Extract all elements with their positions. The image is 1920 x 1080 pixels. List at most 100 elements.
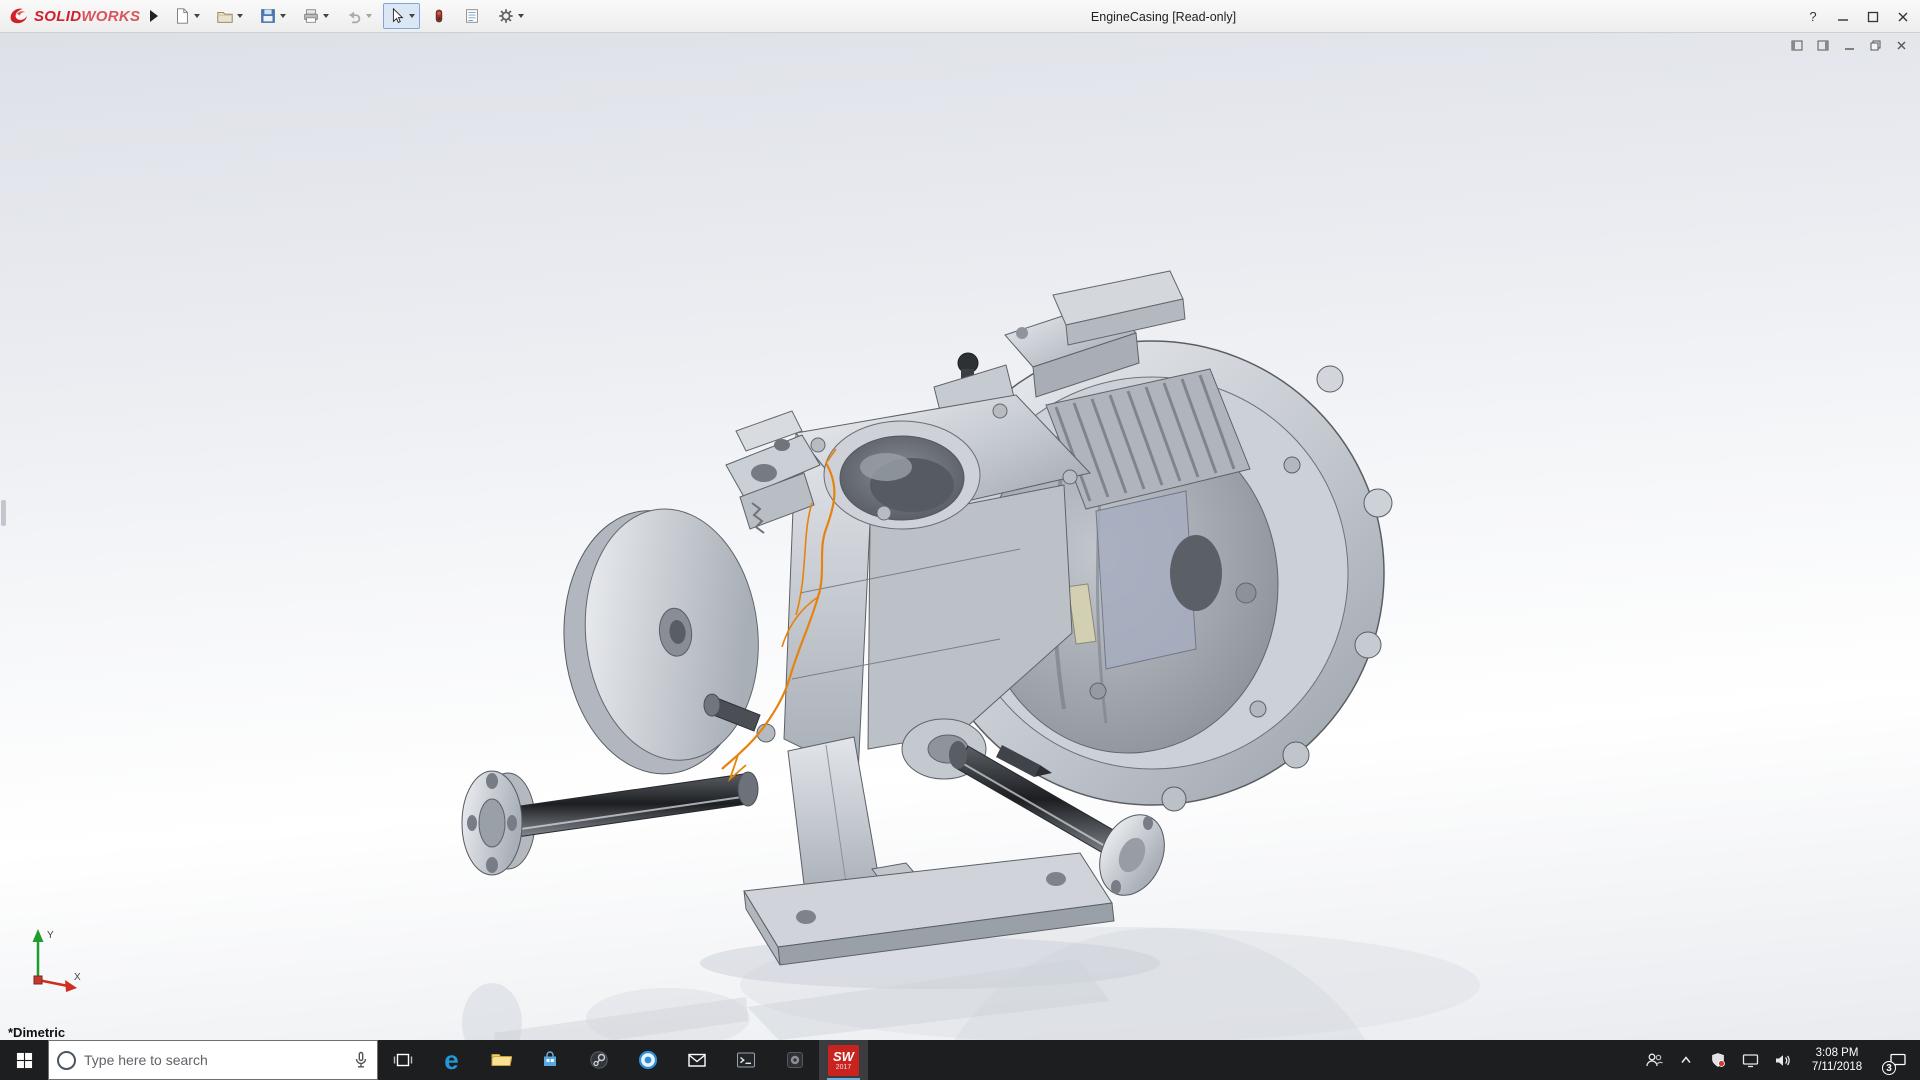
edge-icon: e xyxy=(444,1047,458,1073)
action-center-button[interactable]: 3 xyxy=(1878,1040,1918,1080)
cortana-icon xyxy=(57,1051,76,1070)
file-properties-button[interactable] xyxy=(458,3,486,29)
microphone-icon[interactable] xyxy=(353,1051,369,1069)
undo-icon xyxy=(345,7,363,25)
start-button[interactable] xyxy=(0,1040,48,1080)
search-input[interactable] xyxy=(84,1052,345,1068)
taskbar-file-explorer-button[interactable] xyxy=(476,1040,525,1080)
windows-taskbar: e xyxy=(0,1040,1920,1080)
start-icon xyxy=(16,1052,33,1069)
y-axis-arrow-icon xyxy=(33,929,44,942)
taskbar-dark-app-button[interactable] xyxy=(770,1040,819,1080)
engine-casing-model[interactable] xyxy=(0,33,1920,1040)
minimize-icon xyxy=(1837,11,1849,23)
help-button[interactable]: ? xyxy=(1798,0,1828,33)
volume-icon xyxy=(1774,1053,1791,1068)
defender-button[interactable] xyxy=(1704,1040,1732,1080)
print-icon xyxy=(302,7,320,25)
dropdown-caret-icon[interactable] xyxy=(323,14,329,18)
sw-tile-text: SW xyxy=(833,1050,854,1063)
dropdown-caret-icon[interactable] xyxy=(409,14,415,18)
quick-access-toolbar xyxy=(168,3,529,29)
people-icon xyxy=(1645,1052,1663,1068)
document-title: EngineCasing [Read-only] xyxy=(1091,0,1236,33)
clock-time: 3:08 PM xyxy=(1802,1046,1872,1060)
app-titlebar: SOLIDWORKS xyxy=(0,0,1920,33)
solidworks-swirl-icon xyxy=(8,5,30,27)
browser-icon xyxy=(638,1050,658,1070)
taskbar-solidworks-button[interactable]: SW 2017 xyxy=(819,1040,868,1080)
origin-marker-icon xyxy=(34,976,42,984)
steam-icon xyxy=(589,1050,609,1070)
model-mount-bar-left xyxy=(462,771,758,875)
view-orientation-label: *Dimetric xyxy=(8,1025,65,1040)
dropdown-caret-icon[interactable] xyxy=(237,14,243,18)
open-button[interactable] xyxy=(211,3,248,29)
clock-date: 7/11/2018 xyxy=(1802,1060,1872,1074)
select-tool-button[interactable] xyxy=(383,3,420,29)
mail-icon xyxy=(687,1051,707,1069)
defender-shield-icon xyxy=(1710,1052,1726,1068)
store-icon xyxy=(540,1050,560,1070)
new-document-icon xyxy=(173,7,191,25)
terminal-icon xyxy=(736,1051,756,1069)
close-icon xyxy=(1897,11,1909,23)
task-view-button[interactable] xyxy=(378,1040,427,1080)
maximize-icon xyxy=(1867,11,1879,23)
solidworks-logo: SOLIDWORKS xyxy=(0,0,146,32)
brand-text: SOLIDWORKS xyxy=(34,8,140,25)
brand-works: WORKS xyxy=(81,8,140,25)
print-button[interactable] xyxy=(297,3,334,29)
display-icon xyxy=(1742,1053,1759,1068)
taskbar-edge-button[interactable]: e xyxy=(427,1040,476,1080)
options-icon xyxy=(497,7,515,25)
screen: SOLIDWORKS xyxy=(0,0,1920,1080)
file-properties-icon xyxy=(463,7,481,25)
minimize-button[interactable] xyxy=(1828,0,1858,33)
x-axis-label: X xyxy=(74,972,81,983)
dropdown-caret-icon[interactable] xyxy=(194,14,200,18)
new-document-button[interactable] xyxy=(168,3,205,29)
dropdown-caret-icon[interactable] xyxy=(366,14,372,18)
people-button[interactable] xyxy=(1640,1040,1668,1080)
taskbar-browser-button[interactable] xyxy=(623,1040,672,1080)
volume-button[interactable] xyxy=(1768,1040,1796,1080)
help-icon: ? xyxy=(1809,9,1816,24)
floor-reflection xyxy=(462,927,1480,1040)
display-button[interactable] xyxy=(1736,1040,1764,1080)
rebuild-button[interactable] xyxy=(426,3,452,29)
model-clutch-drum xyxy=(551,500,772,783)
window-controls: ? xyxy=(1798,0,1918,33)
taskbar-mail-button[interactable] xyxy=(672,1040,721,1080)
maximize-button[interactable] xyxy=(1858,0,1888,33)
taskbar-steam-button[interactable] xyxy=(574,1040,623,1080)
dropdown-caret-icon[interactable] xyxy=(280,14,286,18)
y-axis-label: Y xyxy=(47,930,54,941)
reference-triad: Y X xyxy=(22,922,86,996)
rebuild-icon xyxy=(431,7,447,25)
close-button[interactable] xyxy=(1888,0,1918,33)
file-explorer-icon xyxy=(490,1050,512,1070)
taskbar-search[interactable] xyxy=(48,1040,378,1080)
undo-button[interactable] xyxy=(340,3,377,29)
dark-app-icon xyxy=(785,1050,805,1070)
sw-tile-year: 2017 xyxy=(836,1064,852,1071)
select-icon xyxy=(388,7,406,25)
hidden-icons-button[interactable] xyxy=(1672,1040,1700,1080)
taskbar-clock[interactable]: 3:08 PM 7/11/2018 xyxy=(1800,1046,1874,1074)
notification-badge: 3 xyxy=(1882,1061,1896,1075)
taskbar-terminal-button[interactable] xyxy=(721,1040,770,1080)
options-button[interactable] xyxy=(492,3,529,29)
taskbar-store-button[interactable] xyxy=(525,1040,574,1080)
dropdown-caret-icon[interactable] xyxy=(518,14,524,18)
system-tray: 3:08 PM 7/11/2018 3 xyxy=(1640,1040,1920,1080)
open-icon xyxy=(216,7,234,25)
graphics-viewport[interactable]: Y X *Dimetric xyxy=(0,33,1920,1040)
solidworks-2017-icon: SW 2017 xyxy=(828,1045,859,1076)
hidden-icons-chevron-icon xyxy=(1679,1054,1693,1066)
brand-solid: SOLID xyxy=(34,8,81,25)
task-view-icon xyxy=(393,1050,413,1070)
menu-flyout-arrow-icon[interactable] xyxy=(150,10,158,22)
save-button[interactable] xyxy=(254,3,291,29)
save-icon xyxy=(259,7,277,25)
